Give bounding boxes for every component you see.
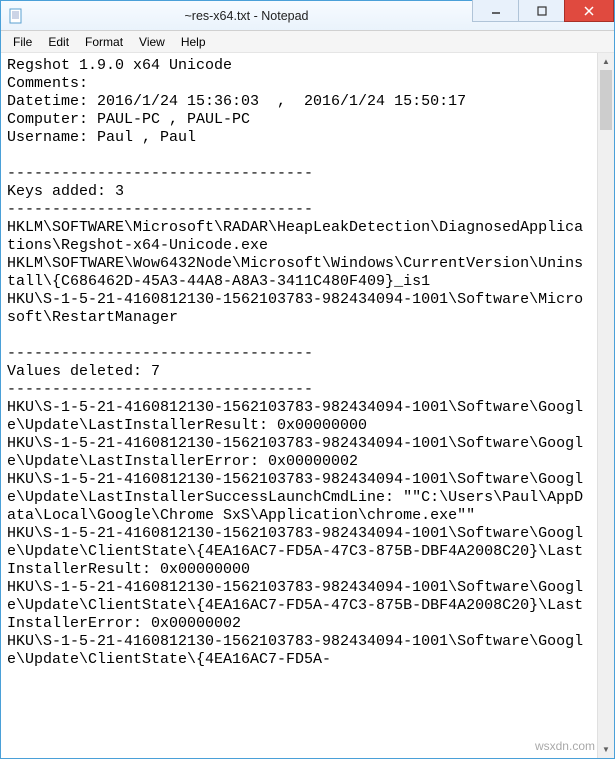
window-controls (472, 1, 614, 30)
maximize-button[interactable] (518, 0, 564, 22)
notepad-window: ~res-x64.txt - Notepad File Edit Format … (0, 0, 615, 759)
titlebar[interactable]: ~res-x64.txt - Notepad (1, 1, 614, 31)
vertical-scrollbar[interactable]: ▲ ▼ (597, 53, 614, 758)
notepad-icon (7, 7, 25, 25)
menu-format[interactable]: Format (77, 33, 131, 51)
scroll-up-button[interactable]: ▲ (598, 53, 614, 70)
scroll-track[interactable] (598, 70, 614, 741)
window-title: ~res-x64.txt - Notepad (31, 9, 472, 23)
menu-view[interactable]: View (131, 33, 173, 51)
close-button[interactable] (564, 0, 614, 22)
minimize-button[interactable] (472, 0, 518, 22)
scroll-thumb[interactable] (600, 70, 612, 130)
content-area: Regshot 1.9.0 x64 Unicode Comments: Date… (1, 53, 614, 758)
menu-file[interactable]: File (5, 33, 40, 51)
menubar: File Edit Format View Help (1, 31, 614, 53)
menu-help[interactable]: Help (173, 33, 214, 51)
menu-edit[interactable]: Edit (40, 33, 77, 51)
text-area[interactable]: Regshot 1.9.0 x64 Unicode Comments: Date… (1, 53, 597, 758)
scroll-down-button[interactable]: ▼ (598, 741, 614, 758)
